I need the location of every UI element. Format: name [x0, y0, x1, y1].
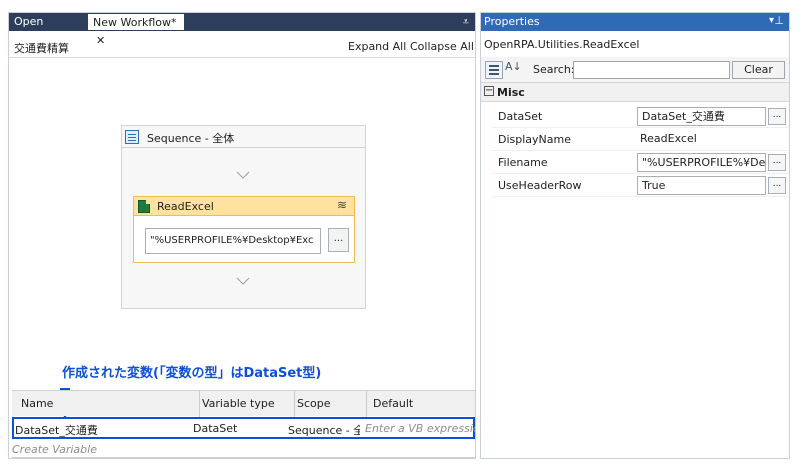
property-value-input[interactable]: DataSet_交通費	[637, 107, 766, 126]
column-divider[interactable]	[294, 391, 295, 417]
property-row-displayname[interactable]: DisplayName ReadExcel	[492, 128, 789, 151]
property-name: DataSet	[498, 110, 543, 123]
column-divider[interactable]	[366, 391, 367, 417]
collapse-icon[interactable]: ≋	[337, 198, 347, 212]
tab-new-workflow[interactable]: New Workflow* ✕	[87, 13, 185, 47]
variable-default-input[interactable]: Enter a VB expressio	[365, 422, 475, 435]
properties-title: Properties	[484, 15, 540, 28]
misc-category-header[interactable]: − Misc	[481, 83, 789, 102]
readexcel-header[interactable]: ReadExcel ≋	[134, 197, 354, 216]
tab-new-workflow-label: New Workflow*	[93, 16, 177, 29]
dropdown-icon[interactable]: ▾	[769, 15, 774, 26]
sequence-icon	[125, 130, 139, 144]
sequence-header[interactable]: Sequence - 全体	[122, 126, 365, 148]
sort-alphabetical-icon[interactable]: A↓	[505, 60, 522, 73]
readexcel-title: ReadExcel	[157, 200, 214, 213]
property-name: Filename	[498, 156, 548, 169]
variable-scope-cell[interactable]: Sequence - 全	[288, 422, 360, 438]
workflow-designer-pane: Open project New Workflow* ✕ ⩡ 交通費精算 Exp…	[8, 12, 476, 459]
selected-object-name: OpenRPA.Utilities.ReadExcel	[484, 38, 640, 51]
sequence-activity[interactable]: Sequence - 全体 ReadExcel ≋ "%USERPROFILE%…	[121, 125, 366, 309]
breadcrumb[interactable]: 交通費精算	[14, 40, 69, 56]
designer-divider	[9, 57, 475, 58]
property-value-input[interactable]: "%USERPROFILE%¥Desk	[637, 153, 766, 172]
column-default-header[interactable]: Default	[373, 397, 413, 410]
properties-search-input[interactable]	[573, 61, 730, 79]
close-icon[interactable]: ✕	[96, 34, 105, 47]
variable-type-cell[interactable]: DataSet	[193, 422, 281, 435]
property-value-input[interactable]: ReadExcel	[640, 132, 697, 145]
drop-target-arrow-icon[interactable]	[236, 171, 250, 179]
column-scope-header[interactable]: Scope	[297, 397, 331, 410]
filename-browse-button[interactable]: ...	[328, 228, 349, 252]
property-ellipsis-button[interactable]: ...	[768, 154, 786, 171]
sequence-title: Sequence - 全体	[147, 132, 235, 145]
expand-all-link[interactable]: Expand All	[348, 40, 406, 53]
column-divider[interactable]	[199, 391, 200, 417]
properties-title-bar: Properties ▾ ⊥	[481, 13, 789, 31]
workflow-tabstrip: Open project New Workflow* ✕ ⩡	[9, 13, 475, 47]
collapse-all-link[interactable]: Collapse All	[410, 40, 474, 53]
annotation-label: 作成された変数(「変数の型」はDataSet型)	[62, 366, 322, 381]
property-row-dataset[interactable]: DataSet DataSet_交通費 ...	[492, 105, 789, 128]
readexcel-activity[interactable]: ReadExcel ≋ "%USERPROFILE%¥Desktop¥Exc .…	[133, 196, 355, 263]
property-name: DisplayName	[498, 133, 571, 146]
variables-divider	[12, 457, 475, 458]
variables-header: Name Variable type Scope Default	[12, 390, 475, 417]
categorized-icon[interactable]	[485, 61, 503, 79]
collapse-icon[interactable]: −	[484, 86, 494, 96]
property-ellipsis-button[interactable]: ...	[768, 177, 786, 194]
filename-expression-field[interactable]: "%USERPROFILE%¥Desktop¥Exc	[145, 228, 321, 254]
excel-icon	[138, 200, 150, 213]
properties-toolbar: A↓ Search: Clear	[481, 57, 789, 83]
tab-open-project[interactable]: Open project	[9, 13, 85, 46]
properties-pane: Properties ▾ ⊥ OpenRPA.Utilities.ReadExc…	[480, 12, 790, 459]
property-value-input[interactable]: True	[637, 176, 766, 195]
tab-menu-icon[interactable]: ⩡	[463, 13, 469, 31]
column-name-header[interactable]: Name	[21, 397, 53, 410]
property-row-filename[interactable]: Filename "%USERPROFILE%¥Desk ...	[492, 151, 789, 174]
property-name: UseHeaderRow	[498, 179, 582, 192]
create-variable-row[interactable]: Create Variable	[12, 443, 97, 456]
property-ellipsis-button[interactable]: ...	[768, 108, 786, 125]
variable-name-cell[interactable]: DataSet_交通費	[15, 422, 190, 438]
variable-row[interactable]: DataSet_交通費 DataSet Sequence - 全 Enter a…	[12, 417, 475, 439]
search-label: Search:	[533, 63, 575, 76]
pin-icon[interactable]: ⊥	[774, 14, 784, 27]
column-variable-type-header[interactable]: Variable type	[202, 397, 275, 410]
clear-button[interactable]: Clear	[732, 61, 785, 79]
drop-target-arrow-icon[interactable]	[236, 277, 250, 285]
property-row-useheaderrow[interactable]: UseHeaderRow True ...	[492, 174, 789, 197]
misc-category-label: Misc	[497, 86, 525, 99]
